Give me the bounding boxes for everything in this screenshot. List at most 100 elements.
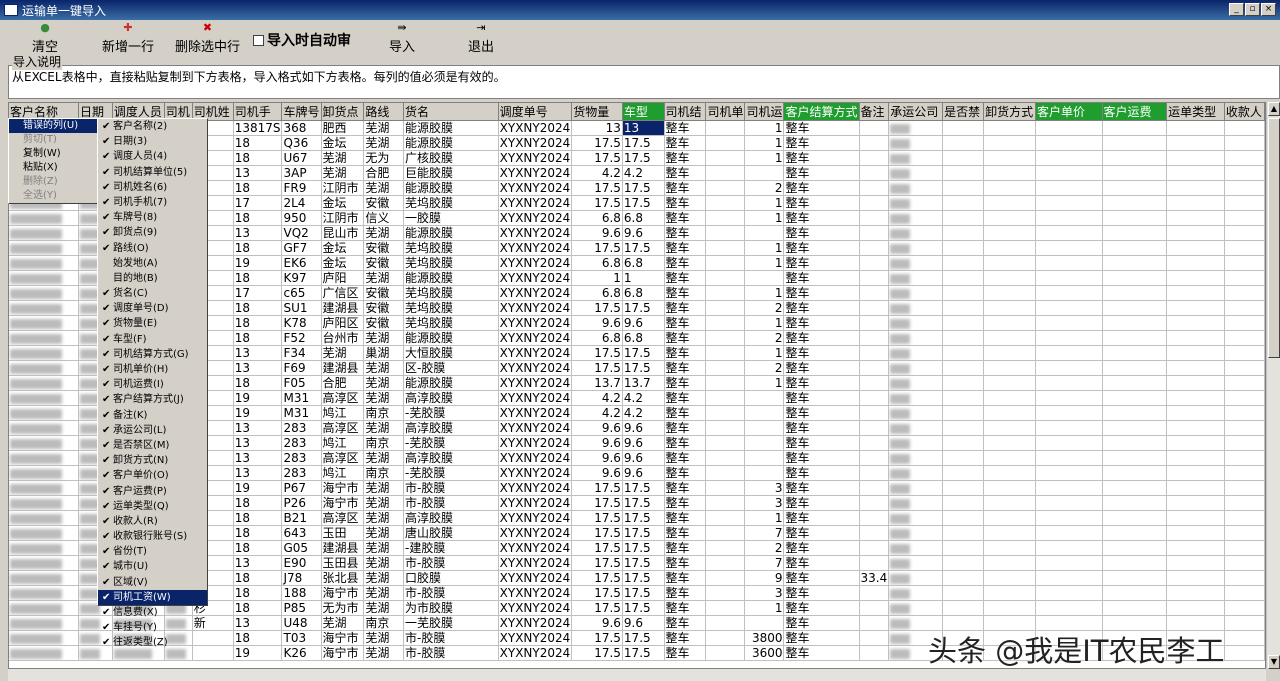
table-cell[interactable] [859,510,890,526]
table-cell[interactable] [942,195,985,211]
table-cell[interactable] [1166,510,1225,526]
table-cell[interactable]: XYXNY2024 [498,135,573,151]
table-cell[interactable]: 17.5 [622,510,665,526]
column-header[interactable]: 卸货点 [321,103,365,121]
table-cell[interactable] [1102,525,1168,541]
table-cell[interactable] [744,435,785,451]
table-cell[interactable]: XYXNY2024 [498,630,573,646]
table-cell[interactable] [942,150,985,166]
table-cell[interactable] [9,405,80,421]
table-cell[interactable] [888,285,944,301]
table-cell[interactable]: XYXNY2024 [498,195,573,211]
table-cell[interactable]: 6.8 [622,330,665,346]
table-cell[interactable]: XYXNY2024 [498,255,573,271]
table-cell[interactable]: GF7 [281,240,322,256]
table-cell[interactable] [9,435,80,451]
table-cell[interactable] [1224,300,1265,316]
table-cell[interactable] [1035,135,1103,151]
table-cell[interactable]: XYXNY2024 [498,615,573,631]
submenu-item[interactable]: ✔ 卸货方式(N) [98,453,207,468]
table-cell[interactable]: U67 [281,150,322,166]
table-cell[interactable]: 9.6 [622,315,665,331]
table-cell[interactable]: 3600 [744,645,785,661]
table-cell[interactable] [859,585,890,601]
table-cell[interactable] [1102,405,1168,421]
column-header[interactable]: 客户运费 [1102,103,1168,121]
table-cell[interactable] [859,345,890,361]
table-cell[interactable] [705,645,746,661]
table-cell[interactable]: XYXNY2024 [498,390,573,406]
table-cell[interactable]: 海宁市 [321,630,365,646]
table-cell[interactable] [1224,345,1265,361]
table-cell[interactable] [1102,255,1168,271]
table-cell[interactable] [942,375,985,391]
table-cell[interactable]: 金坛 [321,255,365,271]
table-cell[interactable] [1035,345,1103,361]
table-cell[interactable]: 3 [744,585,785,601]
table-cell[interactable]: 13 [233,615,283,631]
table-cell[interactable]: P85 [281,600,322,616]
table-cell[interactable]: 芜湖 [321,150,365,166]
table-cell[interactable] [859,165,890,181]
table-cell[interactable] [859,225,890,241]
table-cell[interactable] [1035,270,1103,286]
auto-review-checkbox[interactable]: 导入时自动审 [253,30,351,50]
table-cell[interactable]: 13 [233,360,283,376]
table-cell[interactable] [859,420,890,436]
table-cell[interactable]: 金坛 [321,135,365,151]
table-cell[interactable] [888,255,944,271]
table-cell[interactable] [1102,390,1168,406]
table-cell[interactable] [1035,255,1103,271]
table-cell[interactable] [983,135,1037,151]
table-cell[interactable]: 1 [744,210,785,226]
table-cell[interactable] [983,585,1037,601]
column-header[interactable]: 承运公司 [888,103,944,121]
table-cell[interactable]: 整车 [664,570,707,586]
context-menu-item[interactable]: 错误的列(U) [9,119,97,133]
table-cell[interactable] [9,450,80,466]
table-cell[interactable]: 18 [233,180,283,196]
table-cell[interactable]: 为市胶膜 [403,600,499,616]
table-cell[interactable] [705,300,746,316]
table-cell[interactable]: 整车 [664,210,707,226]
column-header[interactable]: 备注 [859,103,890,121]
table-cell[interactable] [705,630,746,646]
table-cell[interactable] [1224,360,1265,376]
table-cell[interactable] [1102,195,1168,211]
table-cell[interactable] [888,225,944,241]
table-cell[interactable]: J78 [281,570,322,586]
table-cell[interactable] [888,345,944,361]
table-cell[interactable]: 高淳胶膜 [403,450,499,466]
table-cell[interactable]: 整车 [783,495,860,511]
table-cell[interactable]: 18 [233,240,283,256]
horizontal-scrollbar[interactable] [8,669,1266,681]
table-cell[interactable]: P67 [281,480,322,496]
table-cell[interactable]: 江阴市 [321,210,365,226]
table-cell[interactable] [1224,150,1265,166]
table-cell[interactable]: 13.7 [571,375,623,391]
table-cell[interactable] [9,285,80,301]
table-cell[interactable] [1166,330,1225,346]
table-cell[interactable] [1166,135,1225,151]
table-cell[interactable]: 整车 [664,465,707,481]
table-cell[interactable] [9,465,80,481]
table-cell[interactable] [1035,285,1103,301]
table-cell[interactable]: XYXNY2024 [498,435,573,451]
table-cell[interactable]: Q36 [281,135,322,151]
submenu-item[interactable]: ✔ 承运公司(L) [98,423,207,438]
table-cell[interactable] [1035,180,1103,196]
table-cell[interactable] [705,135,746,151]
table-cell[interactable]: 9.6 [571,315,623,331]
table-cell[interactable] [942,420,985,436]
table-cell[interactable] [705,615,746,631]
table-cell[interactable] [1102,240,1168,256]
table-cell[interactable] [9,255,80,271]
table-cell[interactable] [1035,540,1103,556]
table-cell[interactable] [1102,300,1168,316]
table-cell[interactable] [744,420,785,436]
table-cell[interactable]: 1 [744,135,785,151]
table-cell[interactable]: 9 [744,570,785,586]
table-cell[interactable]: 18 [233,600,283,616]
table-cell[interactable]: 芜湖 [363,525,404,541]
table-cell[interactable]: 整车 [783,270,860,286]
